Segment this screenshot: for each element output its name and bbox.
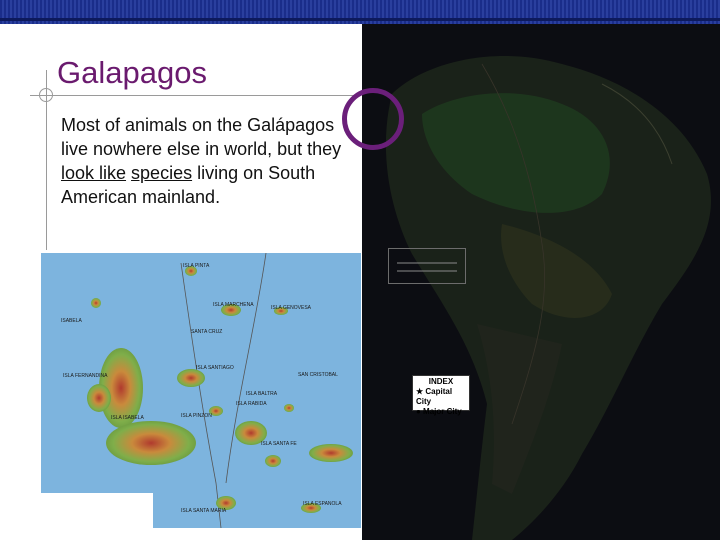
map-label: ISLA SANTIAGO <box>196 365 234 371</box>
galapagos-location-highlight-circle <box>342 88 404 150</box>
san-cristobal-island <box>309 444 353 462</box>
crosshair-ring <box>39 88 53 102</box>
body-text-part: Most of animals on the Galápagos live no… <box>61 115 342 159</box>
galapagos-map-graphic <box>41 253 361 528</box>
map-label: ISLA ESPANOLA <box>303 501 342 507</box>
galapagos-islands-map: ISLA PINTA ISLA MARCHENA ISLA GENOVESA I… <box>41 253 361 528</box>
scale-legend-box <box>388 248 466 284</box>
body-text-underlined-species: species <box>131 163 193 183</box>
map-label: ISLA ISABELA <box>111 415 144 421</box>
slide-body-text: Most of animals on the Galápagos live no… <box>61 113 346 209</box>
top-banner-stripe <box>0 18 720 21</box>
body-text-underlined-look-like: look like <box>61 163 127 183</box>
map-label: ISLA GENOVESA <box>271 305 312 311</box>
index-capital-city: ★ Capital City <box>416 387 453 406</box>
slide-title: Galapagos <box>57 55 207 90</box>
santiago-island <box>177 369 205 387</box>
map-label: ISLA SANTA MARIA <box>181 508 227 514</box>
fernandina-island <box>87 384 111 412</box>
map-label: SANTA CRUZ <box>191 329 223 335</box>
map-label: ISLA RABIDA <box>236 401 267 407</box>
map-label: ISLA PINZON <box>181 413 212 419</box>
map-label: SAN CRISTOBAL <box>298 372 338 378</box>
map-label: ISLA PINTA <box>183 263 210 269</box>
index-title: INDEX <box>428 377 454 386</box>
map-label: ISLA SANTA FE <box>261 441 297 447</box>
map-label: ISLA FERNANDINA <box>63 373 108 379</box>
scale-bar <box>397 262 457 272</box>
map-label: ISLA BALTRA <box>246 391 278 397</box>
index-major-city: ● Major City <box>416 407 462 416</box>
map-label: ISLA MARCHENA <box>213 302 254 308</box>
map-index-legend: INDEX ★ Capital City ● Major City <box>412 375 470 416</box>
map-label: ISABELA <box>61 318 82 324</box>
crosshair-horizontal-line <box>30 95 360 96</box>
